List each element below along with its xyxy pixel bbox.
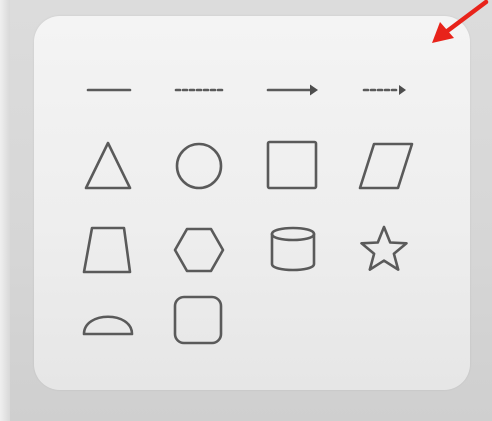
parallelogram-icon — [358, 142, 414, 190]
hexagon-tool[interactable] — [164, 216, 232, 284]
dashed-line-tool[interactable] — [164, 56, 232, 124]
circle-tool[interactable] — [164, 132, 232, 200]
arrow-pointer-icon — [420, 0, 492, 50]
cylinder-tool[interactable] — [258, 216, 326, 284]
square-tool[interactable] — [258, 132, 326, 200]
dashed-line-icon — [174, 88, 224, 92]
trapezoid-tool[interactable] — [74, 216, 142, 284]
cylinder-icon — [270, 226, 316, 272]
dashed-arrow-icon — [362, 85, 406, 95]
triangle-icon — [84, 141, 132, 190]
circle-icon — [175, 142, 223, 190]
shape-picker-panel — [34, 16, 470, 390]
dashed-arrow-tool[interactable] — [350, 56, 418, 124]
star-tool[interactable] — [350, 216, 418, 284]
triangle-tool[interactable] — [74, 132, 142, 200]
solid-arrow-icon — [266, 84, 318, 96]
solid-line-tool[interactable] — [74, 56, 142, 124]
half-circle-tool[interactable] — [74, 286, 142, 354]
solid-line-icon — [86, 88, 132, 92]
star-icon — [360, 225, 408, 271]
parallelogram-tool[interactable] — [350, 132, 418, 200]
solid-arrow-tool[interactable] — [258, 56, 326, 124]
hexagon-icon — [173, 227, 225, 273]
window-edge — [0, 0, 10, 421]
trapezoid-icon — [82, 226, 132, 274]
half-circle-icon — [82, 315, 134, 336]
square-icon — [266, 140, 318, 190]
rounded-square-tool[interactable] — [164, 286, 232, 354]
rounded-square-icon — [173, 295, 223, 345]
